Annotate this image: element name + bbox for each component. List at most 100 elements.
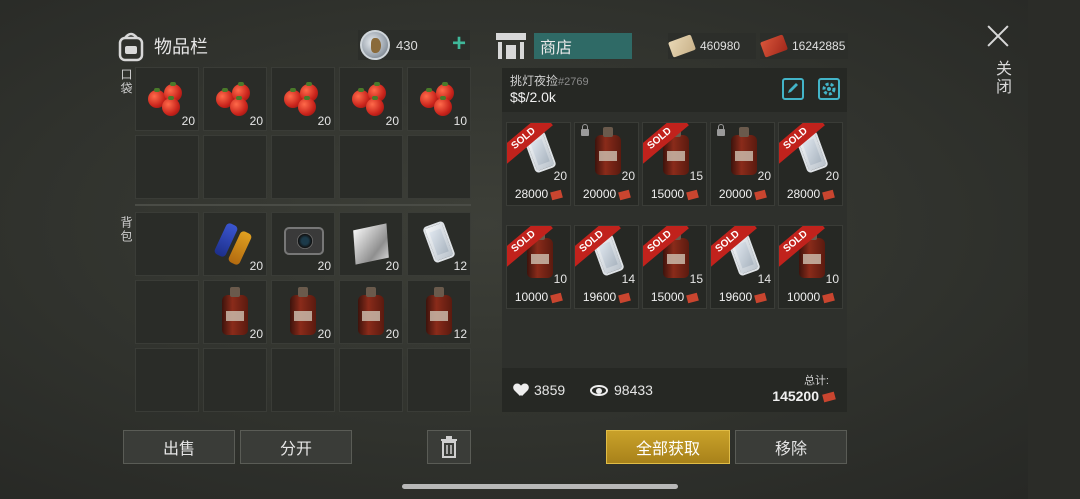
empty-slot[interactable]	[339, 135, 403, 199]
item-qty: 20	[385, 114, 399, 128]
home-indicator[interactable]	[402, 484, 678, 489]
backpack-grid: 20 20 20 12 20 20 20 12	[135, 212, 471, 412]
shop-slot-bottle[interactable]: SOLD 10 10000	[506, 225, 571, 309]
shop-slot-smartphone[interactable]: SOLD 14 19600	[710, 225, 775, 309]
shop-slot-bottle[interactable]: 20 20000	[574, 122, 639, 206]
pocket-slot-tomato[interactable]: 20	[135, 67, 199, 131]
settings-button[interactable]	[818, 78, 840, 100]
pocket-slot-tomato[interactable]: 20	[203, 67, 267, 131]
item-qty: 15	[689, 169, 703, 183]
backpack-slot-bottle[interactable]: 20	[203, 280, 267, 344]
trash-button[interactable]	[427, 430, 471, 464]
item-qty: 20	[385, 259, 399, 273]
backpack-slot-bottle[interactable]: 20	[339, 280, 403, 344]
backpack-slot-steel-plate[interactable]: 20	[339, 212, 403, 276]
item-price: 10000	[779, 290, 842, 304]
pocket-slot-tomato[interactable]: 20	[271, 67, 335, 131]
item-qty: 20	[757, 169, 771, 183]
close-label[interactable]: 关闭	[989, 60, 1013, 96]
empty-slot[interactable]	[135, 348, 199, 412]
item-qty: 20	[825, 169, 839, 183]
item-qty: 12	[453, 259, 467, 273]
coin-value: 430	[396, 37, 418, 53]
shop-slot-bottle[interactable]: SOLD 10 10000	[778, 225, 843, 309]
shop-slot-smartphone[interactable]: SOLD 20 28000	[506, 122, 571, 206]
shop-owner: 挑灯夜捡#2769	[510, 72, 589, 89]
edit-button[interactable]	[782, 78, 804, 100]
empty-slot[interactable]	[135, 135, 199, 199]
item-qty: 14	[757, 272, 771, 286]
ticket-icon	[667, 34, 697, 58]
shop-slot-smartphone[interactable]: SOLD 14 19600	[574, 225, 639, 309]
backpack-slot-bottle[interactable]: 12	[407, 280, 471, 344]
item-qty: 12	[453, 327, 467, 341]
pocket-label: 口袋	[119, 68, 133, 96]
backpack-slot-camera[interactable]: 20	[271, 212, 335, 276]
add-coins-button[interactable]: +	[452, 30, 466, 58]
ticket-value: 460980	[700, 39, 741, 53]
split-button[interactable]: 分开	[240, 430, 352, 464]
item-qty: 10	[453, 114, 467, 128]
divider	[135, 204, 471, 206]
item-price: 19600	[575, 290, 638, 304]
views-count: 98433	[614, 382, 653, 398]
remove-button[interactable]: 移除	[735, 430, 847, 464]
pocket-grid: 20 20 20 20 10	[135, 67, 471, 199]
coin-icon	[360, 30, 390, 60]
shop-panel: 挑灯夜捡#2769 $$/2.0k SOLD 20 28000 20 20000	[502, 68, 847, 412]
lock-icon	[581, 124, 589, 136]
empty-slot[interactable]	[407, 348, 471, 412]
empty-slot[interactable]	[135, 280, 199, 344]
likes-count: 3859	[534, 382, 566, 398]
item-qty: 20	[249, 114, 263, 128]
heart-icon	[514, 384, 528, 397]
empty-slot[interactable]	[203, 135, 267, 199]
item-price: 15000	[643, 187, 706, 201]
backpack-label: 背包	[119, 216, 133, 244]
shop-slot-bottle[interactable]: SOLD 15 15000	[642, 225, 707, 309]
shop-footer: 3859 98433 总计: 145200	[502, 368, 847, 412]
eye-icon	[590, 384, 608, 396]
shop-info: 挑灯夜捡#2769 $$/2.0k	[502, 68, 847, 112]
lock-icon	[717, 124, 725, 136]
empty-slot[interactable]	[407, 135, 471, 199]
empty-slot[interactable]	[339, 348, 403, 412]
shop-slot-bottle[interactable]: SOLD 15 15000	[642, 122, 707, 206]
shop-name-text: 挑灯夜捡	[510, 74, 559, 88]
inventory-header: 物品栏	[116, 28, 208, 64]
backpack-icon	[118, 32, 144, 62]
empty-slot[interactable]	[135, 212, 199, 276]
pocket-slot-tomato[interactable]: 20	[339, 67, 403, 131]
pocket-slot-tomato[interactable]: 10	[407, 67, 471, 131]
empty-slot[interactable]	[271, 348, 335, 412]
sell-button[interactable]: 出售	[123, 430, 235, 464]
coin-balance: 430 +	[358, 30, 470, 60]
item-qty: 15	[689, 272, 703, 286]
item-price: 15000	[643, 290, 706, 304]
item-qty: 20	[317, 114, 331, 128]
empty-slot[interactable]	[203, 348, 267, 412]
item-qty: 20	[553, 169, 567, 183]
close-icon[interactable]	[986, 24, 1010, 48]
inventory-title: 物品栏	[154, 37, 208, 57]
card-balance: 16242885	[759, 33, 848, 59]
backpack-slot-batteries[interactable]: 20	[203, 212, 267, 276]
right-edge-shade	[1028, 0, 1080, 499]
shop-slot-bottle[interactable]: 20 20000	[710, 122, 775, 206]
item-qty: 20	[181, 114, 195, 128]
gear-icon	[822, 82, 836, 96]
item-price: 19600	[711, 290, 774, 304]
shop-id: #2769	[558, 76, 589, 88]
take-all-button[interactable]: 全部获取	[606, 430, 730, 464]
shop-slot-smartphone[interactable]: SOLD 20 28000	[778, 122, 843, 206]
backpack-slot-smartphone[interactable]: 12	[407, 212, 471, 276]
item-price: 28000	[779, 187, 842, 201]
item-price: 28000	[507, 187, 570, 201]
item-qty: 10	[825, 272, 839, 286]
empty-slot[interactable]	[271, 135, 335, 199]
backpack-slot-bottle[interactable]: 20	[271, 280, 335, 344]
item-price: 20000	[575, 187, 638, 201]
item-qty: 10	[553, 272, 567, 286]
views-stat: 98433	[590, 382, 653, 398]
likes-stat: 3859	[514, 382, 565, 398]
